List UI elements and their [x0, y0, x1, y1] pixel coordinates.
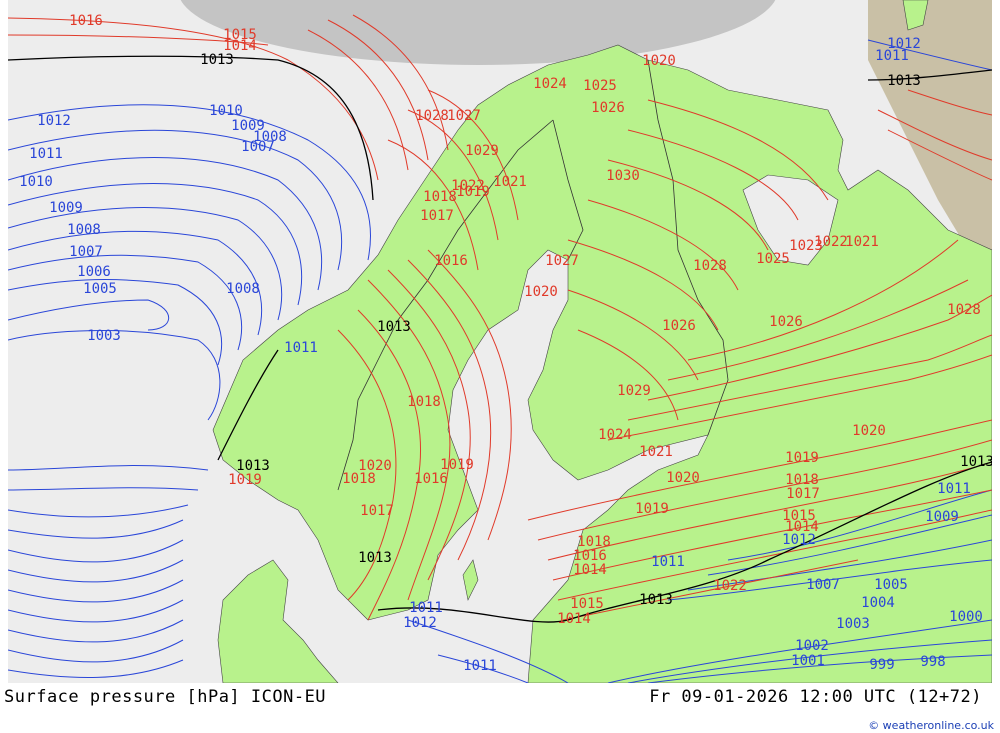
isobar-label: 1019 — [635, 501, 669, 517]
footer-bar: Surface pressure [hPa] ICON-EU Fr 09-01-… — [0, 683, 1000, 733]
isobar-label: 1003 — [87, 328, 121, 344]
isobar-label: 1010 — [19, 174, 53, 190]
isobar-label: 1012 — [403, 615, 437, 631]
isobar-label: 1000 — [949, 609, 983, 625]
isobar-label: 1009 — [925, 509, 959, 525]
isobar-label: 1019 — [456, 184, 490, 200]
valid-time: Fr 09-01-2026 12:00 UTC (12+72) — [649, 687, 982, 707]
isobar-label: 1026 — [769, 314, 803, 330]
isobar-label: 1028 — [693, 258, 727, 274]
isobar-label: 1013 — [960, 454, 992, 470]
isobar-label: 1027 — [447, 108, 481, 124]
isobar-label: 1014 — [557, 611, 591, 627]
isobar-label: 1018 — [407, 394, 441, 410]
isobar-label: 998 — [920, 654, 945, 670]
isobar-label: 1024 — [533, 76, 567, 92]
isobar-label: 1013 — [639, 592, 673, 608]
isobar-label: 1020 — [524, 284, 558, 300]
isobar-label: 1016 — [69, 13, 103, 29]
isobar-label: 1011 — [463, 658, 497, 674]
isobar-label: 1017 — [420, 208, 454, 224]
isobar-label: 1029 — [617, 383, 651, 399]
isobar-label: 1013 — [358, 550, 392, 566]
isobar-label: 1010 — [209, 103, 243, 119]
isobar-label: 1019 — [785, 450, 819, 466]
isobar-label: 1005 — [874, 577, 908, 593]
isobar-label: 1001 — [791, 653, 825, 669]
isobar-label: 1012 — [782, 532, 816, 548]
isobar-label: 1025 — [583, 78, 617, 94]
isobar-label: 1017 — [360, 503, 394, 519]
weather-map: 1016 1015 1014 1013 1012 1011 1010 1009 1008 1007… — [8, 0, 992, 683]
isobar-label: 1030 — [606, 168, 640, 184]
isobar-label: 1020 — [666, 470, 700, 486]
isobar-label: 1016 — [414, 471, 448, 487]
isobar-label: 1012 — [887, 36, 921, 52]
isobar-label: 1013 — [887, 73, 921, 89]
isobar-label: 1002 — [795, 638, 829, 654]
isobar-label: 1026 — [662, 318, 696, 334]
isobar-label: 1024 — [598, 427, 632, 443]
credit-link[interactable]: © weatheronline.co.uk — [868, 719, 994, 732]
isobar-label: 1007 — [69, 244, 103, 260]
isobar-label: 1028 — [947, 302, 981, 318]
isobar-label: 1011 — [284, 340, 318, 356]
isobar-label: 1007 — [806, 577, 840, 593]
isobar-label: 1007 — [241, 139, 275, 155]
isobar-label: 1021 — [493, 174, 527, 190]
pressure-map-canvas: 1016101510141013101210111010100910081007… — [8, 0, 992, 683]
isobar-label: 1004 — [861, 595, 895, 611]
isobar-label: 1013 — [377, 319, 411, 335]
isobar-label: 1021 — [845, 234, 879, 250]
isobar-label: 1015 — [570, 596, 604, 612]
isobar-label: 1011 — [409, 600, 443, 616]
isobar-label: 1025 — [756, 251, 790, 267]
isobar-label: 1028 — [415, 108, 449, 124]
isobar-label: 1022 — [814, 234, 848, 250]
isobar-label: 1013 — [200, 52, 234, 68]
isobar-label: 1006 — [77, 264, 111, 280]
isobar-label: 1027 — [545, 253, 579, 269]
isobar-label: 1012 — [37, 113, 71, 129]
isobar-label: 1018 — [423, 189, 457, 205]
isobar-label: 1029 — [465, 143, 499, 159]
isobar-label: 1020 — [358, 458, 392, 474]
isobar-label: 1009 — [49, 200, 83, 216]
isobar-label: 1008 — [226, 281, 260, 297]
isobar-label: 1003 — [836, 616, 870, 632]
isobar-label: 1020 — [852, 423, 886, 439]
isobar-label: 1011 — [651, 554, 685, 570]
isobar-label: 1005 — [83, 281, 117, 297]
isobar-label: 1021 — [639, 444, 673, 460]
isobar-label: 1014 — [573, 562, 607, 578]
isobar-label: 1020 — [642, 53, 676, 69]
map-title: Surface pressure [hPa] ICON-EU — [4, 687, 327, 707]
isobar-label: 1008 — [67, 222, 101, 238]
isobar-label: 1016 — [434, 253, 468, 269]
isobar-label: 1011 — [29, 146, 63, 162]
isobar-label: 999 — [869, 657, 894, 673]
isobar-label: 1022 — [713, 578, 747, 594]
isobar-label: 1017 — [786, 486, 820, 502]
isobar-label: 1011 — [937, 481, 971, 497]
isobar-label: 1019 — [228, 472, 262, 488]
isobar-label: 1026 — [591, 100, 625, 116]
